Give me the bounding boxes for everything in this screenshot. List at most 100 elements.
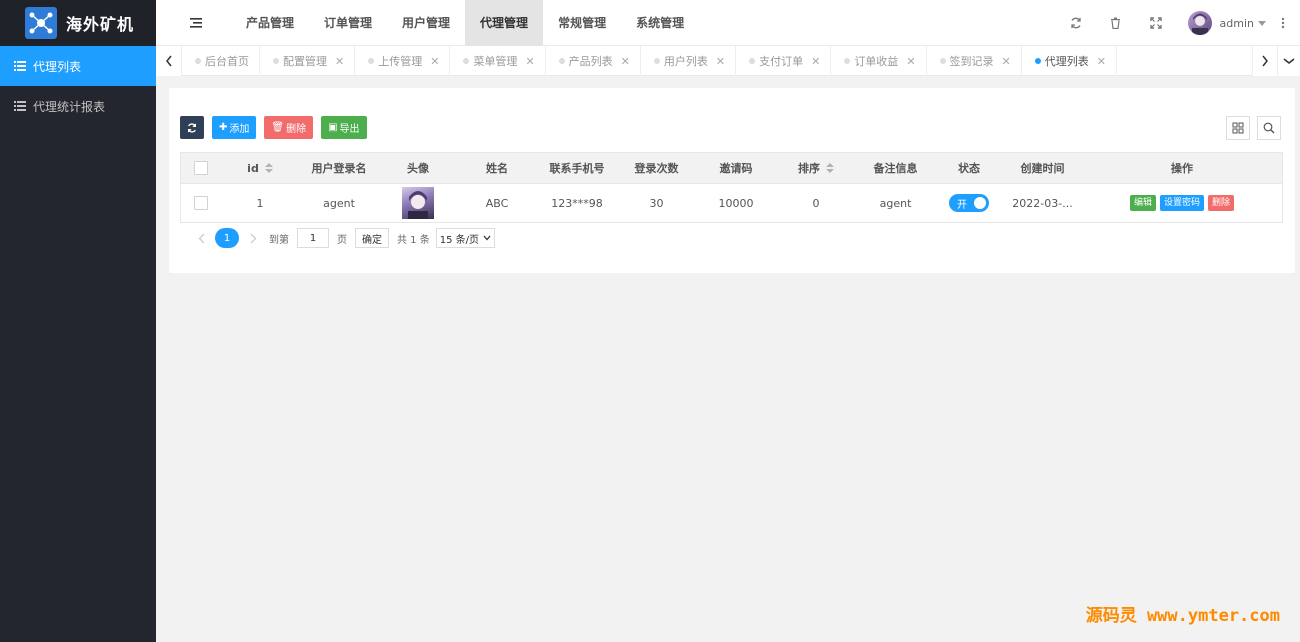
cell-avatar: [379, 187, 457, 219]
row-delete-button[interactable]: 删除: [1208, 195, 1235, 211]
sort-icon[interactable]: [264, 163, 273, 173]
nav-system[interactable]: 系统管理: [621, 0, 699, 46]
sort-icon[interactable]: [826, 163, 834, 173]
refresh-icon[interactable]: [1056, 0, 1096, 46]
tabs-dropdown-button[interactable]: [1278, 46, 1300, 76]
toggle-label: 开: [957, 199, 967, 211]
close-icon[interactable]: ✕: [811, 55, 820, 68]
page-current[interactable]: 1: [215, 228, 239, 248]
tab-product-list[interactable]: 产品列表 ✕: [546, 46, 641, 76]
close-icon[interactable]: ✕: [430, 55, 439, 68]
export-button[interactable]: ▣ 导出: [321, 116, 367, 139]
dot-icon: [653, 58, 660, 64]
user-name[interactable]: admin: [1220, 17, 1254, 30]
sidebar-item-agent-report[interactable]: 代理统计报表: [0, 86, 156, 126]
delete-button[interactable]: 🗑 删除: [264, 116, 314, 139]
nav-agent[interactable]: 代理管理: [465, 0, 544, 46]
close-icon[interactable]: ✕: [906, 55, 915, 68]
nav-general[interactable]: 常规管理: [543, 0, 621, 46]
list-icon: [14, 61, 26, 71]
refresh-icon: [188, 122, 196, 133]
col-phone: 联系手机号: [549, 162, 605, 175]
chevron-left-icon[interactable]: [191, 233, 211, 244]
tabs-next-button[interactable]: [1252, 46, 1278, 76]
set-password-button[interactable]: 设置密码: [1159, 195, 1204, 211]
col-username: 用户登录名: [311, 162, 367, 175]
sidebar-item-label: 代理统计报表: [33, 99, 106, 114]
chevron-right-icon[interactable]: [243, 233, 263, 244]
col-invite: 邀请码: [719, 162, 753, 175]
tabs-prev-button[interactable]: [156, 46, 182, 76]
nav-user[interactable]: 用户管理: [387, 0, 465, 46]
dot-icon: [1034, 58, 1041, 64]
col-label: id: [247, 161, 259, 175]
col-status: 状态: [958, 162, 980, 175]
close-icon[interactable]: ✕: [1002, 55, 1011, 68]
row-checkbox[interactable]: [194, 196, 208, 210]
search-button[interactable]: [1257, 116, 1281, 140]
chevron-right-icon: [1262, 55, 1268, 67]
edit-button[interactable]: 编辑: [1129, 195, 1156, 211]
fullscreen-icon[interactable]: [1136, 0, 1176, 46]
tab-label: 用户列表: [663, 55, 708, 68]
tab-label: 支付订单: [759, 55, 804, 68]
tab-pay-order[interactable]: 支付订单 ✕: [736, 46, 832, 76]
logo[interactable]: 海外矿机: [0, 0, 156, 46]
close-icon[interactable]: ✕: [525, 55, 534, 68]
more-vertical-icon[interactable]: [1266, 0, 1300, 46]
menu-toggle-icon[interactable]: [190, 16, 204, 30]
logo-icon: [25, 7, 57, 39]
trash-icon: 🗑: [271, 122, 285, 133]
grid-icon: [1232, 122, 1244, 134]
nav-order[interactable]: 订单管理: [309, 0, 387, 46]
table-row: 1 agent ABC 123***98 30 10000 0 agent 开 …: [181, 183, 1282, 222]
tab-upload[interactable]: 上传管理 ✕: [355, 46, 451, 76]
tab-menu[interactable]: 菜单管理 ✕: [450, 46, 546, 76]
trash-icon[interactable]: [1096, 0, 1136, 46]
chevron-left-icon: [165, 55, 172, 67]
col-label: 排序: [798, 162, 820, 175]
close-icon[interactable]: ✕: [716, 55, 725, 68]
cell-id: 1: [256, 196, 264, 210]
tab-config[interactable]: 配置管理 ✕: [260, 46, 356, 76]
avatar-image[interactable]: [402, 187, 434, 219]
col-id[interactable]: id: [221, 162, 299, 175]
close-icon[interactable]: ✕: [335, 55, 344, 68]
add-label: 添加: [229, 124, 250, 135]
close-icon[interactable]: ✕: [621, 55, 630, 68]
tab-label: 订单收益: [854, 55, 899, 68]
dot-icon: [558, 58, 565, 64]
page-tabs: 后台首页 配置管理 ✕ 上传管理 ✕ 菜单管理 ✕ 产品列表 ✕ 用户列表 ✕ 支付订单 ✕…: [156, 46, 1300, 76]
list-icon: [14, 101, 26, 111]
goto-confirm-button[interactable]: 确定: [355, 228, 389, 248]
goto-page-input[interactable]: 1: [297, 228, 329, 248]
user-avatar[interactable]: [1187, 11, 1212, 35]
close-icon[interactable]: ✕: [1097, 55, 1106, 68]
tab-list: 后台首页 配置管理 ✕ 上传管理 ✕ 菜单管理 ✕ 产品列表 ✕ 用户列表 ✕ 支付订单 ✕…: [182, 46, 1117, 76]
nav-product[interactable]: 产品管理: [231, 0, 309, 46]
per-page-select[interactable]: 15 条/页: [435, 228, 496, 248]
tab-agent-list[interactable]: 代理列表 ✕: [1022, 46, 1117, 76]
chevron-down-icon[interactable]: [1258, 20, 1266, 26]
tab-user-list[interactable]: 用户列表 ✕: [641, 46, 737, 76]
table-toolbar: ✚ 添加 🗑 删除 ▣ 导出: [180, 116, 375, 139]
select-all-checkbox[interactable]: [194, 161, 208, 175]
agent-table: id 用户登录名 头像 姓名 联系手机号 登录次数 邀请码 排序 备注信息 状态…: [180, 152, 1283, 223]
select-all-cell: [181, 161, 221, 175]
sidebar-item-agent-list[interactable]: 代理列表: [0, 46, 156, 86]
table-header: id 用户登录名 头像 姓名 联系手机号 登录次数 邀请码 排序 备注信息 状态…: [181, 153, 1282, 183]
tab-order-income[interactable]: 订单收益 ✕: [831, 46, 927, 76]
content-panel: ✚ 添加 🗑 删除 ▣ 导出 id 用户登录名 头像 姓名 联系手机号 登录次数 邀请…: [169, 88, 1295, 273]
tab-signin[interactable]: 签到记录 ✕: [927, 46, 1022, 76]
tab-home[interactable]: 后台首页: [182, 46, 260, 76]
top-nav: 产品管理 订单管理 用户管理 代理管理 常规管理 系统管理: [231, 0, 699, 46]
columns-button[interactable]: [1226, 116, 1250, 140]
cell-status: 开: [935, 194, 1003, 212]
status-toggle[interactable]: 开: [949, 194, 989, 212]
toggle-knob: [974, 197, 986, 209]
tab-label: 产品列表: [568, 55, 613, 68]
col-logins: 登录次数: [634, 162, 679, 175]
add-button[interactable]: ✚ 添加: [212, 116, 257, 139]
col-sort[interactable]: 排序: [776, 160, 856, 176]
refresh-button[interactable]: [180, 116, 204, 139]
